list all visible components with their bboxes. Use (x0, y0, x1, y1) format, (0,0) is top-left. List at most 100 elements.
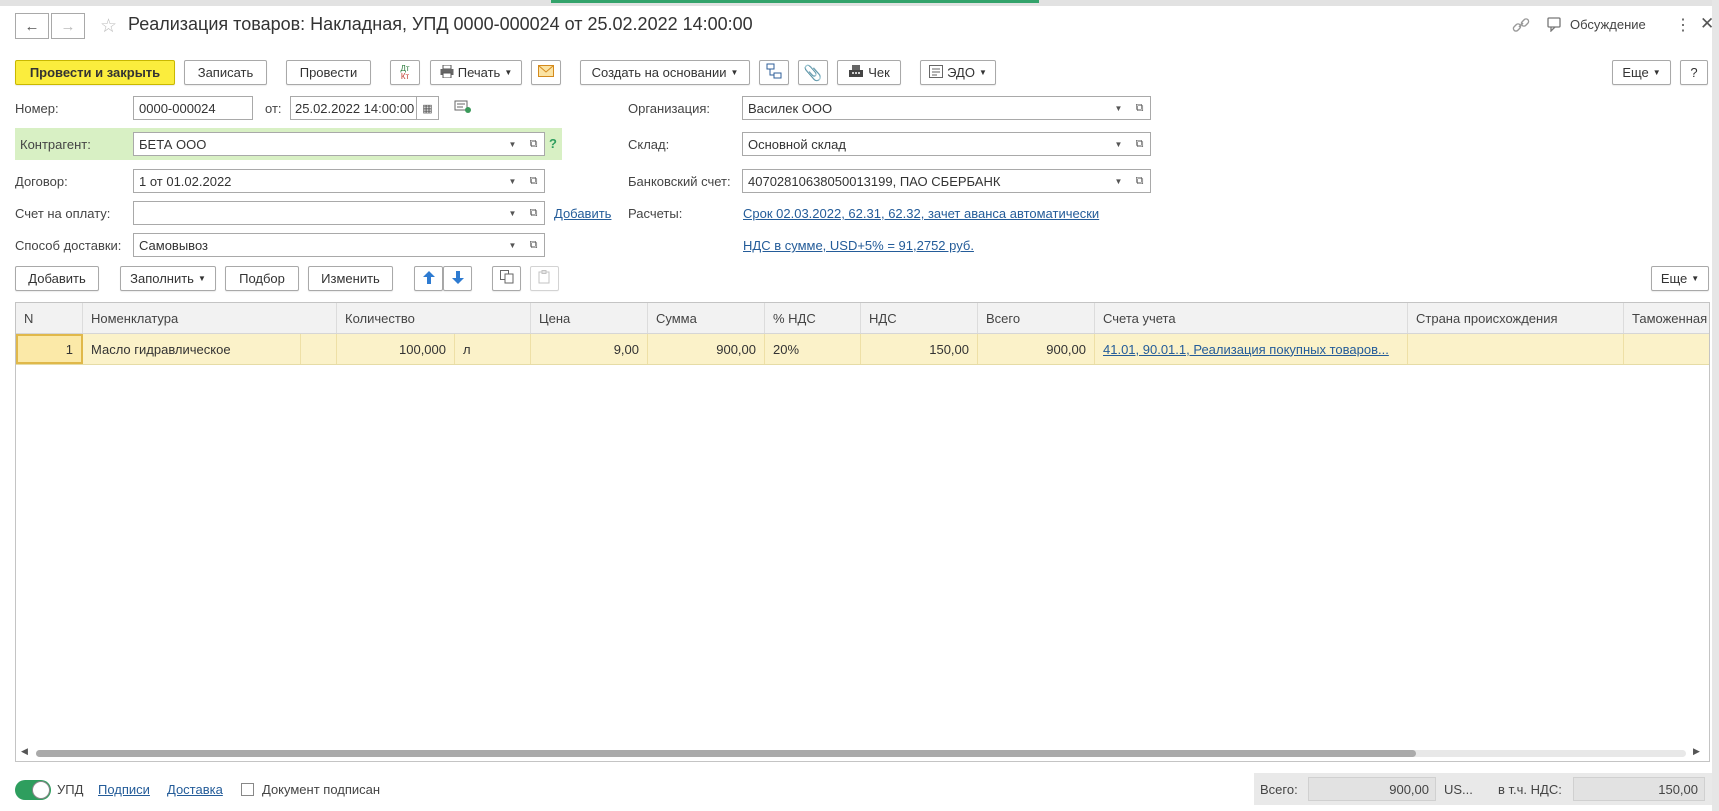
signatures-link[interactable]: Подписи (98, 782, 150, 797)
discussion-link[interactable]: Обсуждение (1570, 17, 1646, 32)
copy-row-button[interactable] (492, 266, 521, 291)
email-button[interactable] (531, 60, 561, 85)
counterparty-open[interactable]: ⧉ (523, 132, 545, 156)
horizontal-scrollbar[interactable] (36, 750, 1686, 757)
date-field[interactable]: 25.02.2022 14:00:00 (290, 96, 417, 120)
column-total[interactable]: Всего (978, 303, 1095, 333)
organization-label: Организация: (628, 101, 711, 116)
column-vat-rate[interactable]: % НДС (765, 303, 861, 333)
contract-field[interactable]: 1 от 01.02.2022 (133, 169, 503, 193)
cell-accounts-link[interactable]: 41.01, 90.01.1, Реализация покупных това… (1103, 342, 1389, 357)
open-icon: ⧉ (1135, 174, 1144, 187)
cell-nomenclature[interactable]: Масло гидравлическое (83, 334, 301, 364)
cell-vat-rate[interactable]: 20% (765, 334, 861, 364)
close-icon[interactable]: ✕ (1700, 14, 1714, 34)
counterparty-hint[interactable]: ? (549, 136, 557, 151)
organization-open[interactable]: ⧉ (1129, 96, 1151, 120)
move-down-button[interactable] (443, 266, 472, 291)
settlements-link[interactable]: Срок 02.03.2022, 62.31, 62.32, зачет ава… (743, 206, 1099, 221)
more-vertical-icon[interactable]: ⋮ (1675, 15, 1691, 35)
bank-account-field[interactable]: 40702810638050013199, ПАО СБЕРБАНК (742, 169, 1110, 193)
add-row-button[interactable]: Добавить (15, 266, 99, 291)
column-price[interactable]: Цена (531, 303, 648, 333)
scrollbar-thumb[interactable] (36, 750, 1416, 757)
scroll-right-icon[interactable]: ▶ (1693, 746, 1700, 757)
calendar-icon: ▦ (422, 102, 433, 115)
create-based-on-button[interactable]: Создать на основании ▼ (580, 60, 750, 85)
counterparty-field[interactable]: БЕТА ООО (133, 132, 503, 156)
select-button[interactable]: Подбор (225, 266, 299, 291)
cell-price[interactable]: 9,00 (531, 334, 648, 364)
receipt-button[interactable]: Чек (837, 60, 901, 85)
envelope-icon (538, 65, 554, 80)
link-icon[interactable] (1512, 17, 1530, 33)
vat-calculation-link[interactable]: НДС в сумме, USD+5% = 91,2752 руб. (743, 238, 974, 253)
edo-label: ЭДО (947, 65, 975, 80)
move-up-button[interactable] (414, 266, 443, 291)
fill-button[interactable]: Заполнить ▼ (120, 266, 216, 291)
column-n[interactable]: N (16, 303, 83, 333)
back-button[interactable]: ← (15, 13, 49, 39)
column-nomenclature[interactable]: Номенклатура (83, 303, 337, 333)
upd-toggle[interactable] (15, 780, 51, 800)
structure-button[interactable] (759, 60, 789, 85)
scroll-left-icon[interactable]: ◀ (21, 746, 28, 757)
column-sum[interactable]: Сумма (648, 303, 765, 333)
edo-button[interactable]: ЭДО ▼ (920, 60, 996, 85)
cell-n[interactable]: 1 (16, 334, 83, 364)
delivery-method-open[interactable]: ⧉ (523, 233, 545, 257)
delivery-link[interactable]: Доставка (167, 782, 223, 797)
column-origin-country[interactable]: Страна происхождения (1408, 303, 1624, 333)
paste-row-button[interactable] (530, 266, 559, 291)
contract-open[interactable]: ⧉ (523, 169, 545, 193)
cell-characteristic[interactable] (301, 334, 337, 364)
counterparty-dropdown[interactable]: ▼ (502, 132, 524, 156)
print-button[interactable]: Печать ▼ (430, 60, 522, 85)
more-button[interactable]: Еще ▼ (1612, 60, 1671, 85)
warehouse-field[interactable]: Основной склад (742, 132, 1110, 156)
calendar-button[interactable]: ▦ (417, 96, 439, 120)
table-row[interactable]: 1 Масло гидравлическое 100,000 л 9,00 90… (16, 334, 1709, 365)
bank-account-open[interactable]: ⧉ (1129, 169, 1151, 193)
column-accounts[interactable]: Счета учета (1095, 303, 1408, 333)
document-signed-checkbox[interactable] (241, 783, 254, 796)
post-button[interactable]: Провести (286, 60, 371, 85)
bank-account-dropdown[interactable]: ▼ (1108, 169, 1130, 193)
contract-dropdown[interactable]: ▼ (502, 169, 524, 193)
delivery-method-field[interactable]: Самовывоз (133, 233, 503, 257)
table-more-button[interactable]: Еще ▼ (1651, 266, 1709, 291)
cell-total[interactable]: 900,00 (978, 334, 1095, 364)
delivery-method-dropdown[interactable]: ▼ (502, 233, 524, 257)
goods-table[interactable]: N Номенклатура Количество Цена Сумма % Н… (15, 302, 1710, 762)
forward-button[interactable]: → (51, 13, 85, 39)
attach-button[interactable]: 📎 (798, 60, 828, 85)
dt-kt-button[interactable]: Дт Кт (390, 60, 420, 85)
post-and-close-button[interactable]: Провести и закрыть (15, 60, 175, 85)
bank-account-label: Банковский счет: (628, 174, 731, 189)
document-signed-label: Документ подписан (262, 782, 381, 797)
warehouse-open[interactable]: ⧉ (1129, 132, 1151, 156)
invoice-open[interactable]: ⧉ (523, 201, 545, 225)
cell-customs[interactable] (1624, 334, 1709, 364)
page-title: Реализация товаров: Накладная, УПД 0000-… (128, 14, 753, 34)
cell-quantity[interactable]: 100,000 (337, 334, 455, 364)
change-button[interactable]: Изменить (308, 266, 393, 291)
favorite-star-icon[interactable]: ☆ (100, 15, 117, 38)
column-vat[interactable]: НДС (861, 303, 978, 333)
column-customs[interactable]: Таможенная (1624, 303, 1709, 333)
organization-dropdown[interactable]: ▼ (1108, 96, 1130, 120)
invoice-field[interactable] (133, 201, 503, 225)
organization-field[interactable]: Василек ООО (742, 96, 1110, 120)
help-button[interactable]: ? (1680, 60, 1708, 85)
cell-sum[interactable]: 900,00 (648, 334, 765, 364)
invoice-add-link[interactable]: Добавить (554, 206, 611, 221)
column-quantity[interactable]: Количество (337, 303, 531, 333)
cell-unit[interactable]: л (455, 334, 531, 364)
invoice-dropdown[interactable]: ▼ (502, 201, 524, 225)
cell-origin-country[interactable] (1408, 334, 1624, 364)
cell-vat[interactable]: 150,00 (861, 334, 978, 364)
number-field[interactable]: 0000-000024 (133, 96, 253, 120)
history-icon[interactable] (454, 100, 472, 116)
warehouse-dropdown[interactable]: ▼ (1108, 132, 1130, 156)
save-button[interactable]: Записать (184, 60, 267, 85)
